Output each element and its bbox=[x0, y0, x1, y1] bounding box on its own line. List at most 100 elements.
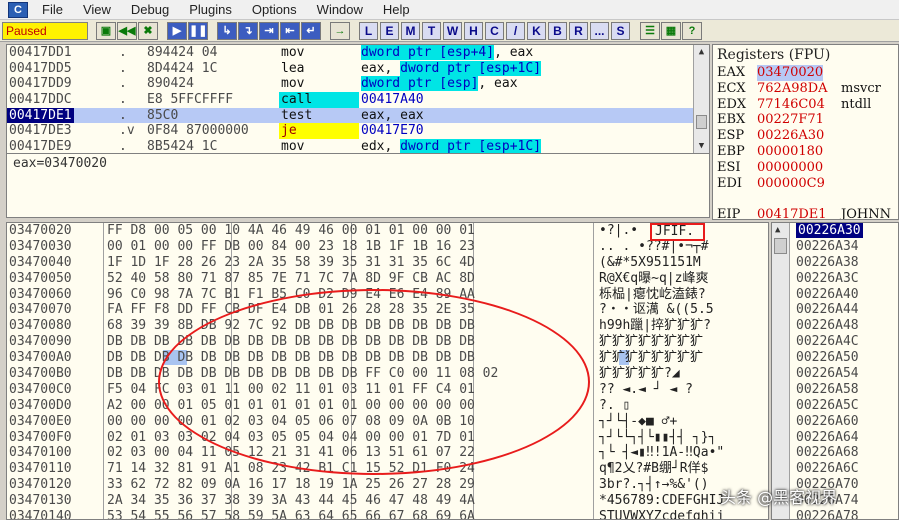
register-value[interactable]: 00226A30 bbox=[757, 128, 824, 144]
register-row[interactable]: EIP 00417DE1 JOHNN bbox=[713, 207, 898, 219]
register-value[interactable]: 762A98DA bbox=[757, 81, 828, 97]
register-value[interactable]: 03470020 bbox=[757, 65, 824, 81]
stack-row[interactable]: 00226A6C bbox=[772, 461, 898, 477]
stack-row[interactable]: 00226A50 bbox=[772, 350, 898, 366]
stack-row[interactable]: 00226A78 bbox=[772, 509, 898, 519]
stack-row[interactable]: 00226A44 bbox=[772, 302, 898, 318]
register-row[interactable]: EDI 000000C9 bbox=[713, 176, 898, 192]
window-button-11[interactable]: ... bbox=[590, 21, 609, 40]
stack-row[interactable]: 00226A30 bbox=[772, 223, 898, 239]
register-row[interactable]: EBX 00227F71 bbox=[713, 112, 898, 128]
dump-row[interactable]: 03470050 52 40 58 80 71 87 85 7E 71 7C 7A… bbox=[7, 271, 768, 287]
dump-row[interactable]: 03470040 1F 1D 1F 28 26 23 2A 35 58 39 35… bbox=[7, 255, 768, 271]
dump-row[interactable]: 034700D0 A2 00 00 01 05 01 01 01 01 01 01… bbox=[7, 398, 768, 414]
window-button-4[interactable]: W bbox=[443, 21, 462, 40]
dump-row[interactable]: 03470100 02 03 00 04 11 05 12 21 31 41 06… bbox=[7, 445, 768, 461]
stack-row[interactable]: 00226A64 bbox=[772, 430, 898, 446]
dump-row[interactable]: 03470080 68 39 39 8B DB 92 7C 92 DB DB DB… bbox=[7, 318, 768, 334]
goto-icon[interactable]: → bbox=[330, 21, 350, 40]
window-button-6[interactable]: C bbox=[485, 21, 504, 40]
registers-pane[interactable]: Registers (FPU) EAX 03470020 ECX 762A98DA ms… bbox=[712, 44, 899, 220]
menu-item-file[interactable]: File bbox=[32, 0, 73, 20]
register-row[interactable]: EBP 00000180 bbox=[713, 144, 898, 160]
disassembly-row[interactable]: 00417DD5. 8D4424 1C lea eax, dword ptr [esp… bbox=[7, 60, 709, 77]
register-value[interactable]: 77146C04 bbox=[757, 97, 825, 113]
scroll-thumb[interactable] bbox=[696, 115, 707, 129]
dump-row[interactable]: 034700E0 00 00 00 00 01 02 03 04 05 06 07… bbox=[7, 414, 768, 430]
disassembly-row[interactable]: 00417DD9. 890424 mov dword ptr [esp], eax bbox=[7, 76, 709, 92]
trace-into-icon[interactable]: ⇥ bbox=[259, 21, 279, 40]
trace-over-icon[interactable]: ⇤ bbox=[280, 21, 300, 40]
register-row[interactable]: ECX 762A98DA msvcr bbox=[713, 81, 898, 97]
dump-row[interactable]: 03470090 DB DB DB DB DB DB DB DB DB DB DB… bbox=[7, 334, 768, 350]
menu-item-options[interactable]: Options bbox=[242, 0, 307, 20]
window-button-5[interactable]: H bbox=[464, 21, 483, 40]
scroll-down-icon[interactable]: ▼ bbox=[696, 141, 707, 151]
dump-row[interactable]: 03470130 2A 34 35 36 37 38 39 3A 43 44 45… bbox=[7, 493, 768, 509]
stack-row[interactable]: 00226A5C bbox=[772, 398, 898, 414]
dump-row[interactable]: 034700A0 DB DB DB DB DB DB DB DB DB DB DB… bbox=[7, 350, 768, 366]
register-row[interactable]: ESI 00000000 bbox=[713, 160, 898, 176]
app-icon[interactable]: C bbox=[8, 1, 28, 18]
stack-row[interactable]: 00226A40 bbox=[772, 287, 898, 303]
disassembly-row[interactable]: 00417DD1. 894424 04 mov dword ptr [esp+4], … bbox=[7, 45, 709, 61]
register-row[interactable]: ESP 00226A30 bbox=[713, 128, 898, 144]
menu-item-plugins[interactable]: Plugins bbox=[179, 0, 242, 20]
window-button-0[interactable]: L bbox=[359, 21, 378, 40]
stack-pane[interactable]: ▲ 00226A30 00226A34 00226A38 00226A3C 00226A… bbox=[771, 222, 899, 520]
window-button-1[interactable]: E bbox=[380, 21, 399, 40]
help-icon[interactable]: ? bbox=[682, 21, 702, 40]
run-icon[interactable]: ▶ bbox=[167, 21, 187, 40]
window-button-3[interactable]: T bbox=[422, 21, 441, 40]
register-value[interactable]: 000000C9 bbox=[757, 176, 825, 192]
stack-row[interactable]: 00226A58 bbox=[772, 382, 898, 398]
register-value[interactable]: 00000180 bbox=[757, 144, 823, 160]
dump-row[interactable]: 03470070 FA FF F8 DD FF CB DF E4 DB 01 26… bbox=[7, 302, 768, 318]
grid-icon[interactable]: ▦ bbox=[661, 21, 681, 40]
disassembly-row[interactable]: 00417DE9. 8B5424 1C mov edx, dword ptr [esp… bbox=[7, 139, 709, 153]
register-row[interactable]: EDX 77146C04 ntdll bbox=[713, 97, 898, 113]
dump-row[interactable]: 03470140 53 54 55 56 57 58 59 5A 63 64 65… bbox=[7, 509, 768, 519]
register-row[interactable] bbox=[713, 191, 898, 207]
memory-dump-pane[interactable]: 03470020 FF D8 00 05 00 10 4A 46 49 46 00… bbox=[6, 222, 769, 520]
stack-row[interactable]: 00226A34 bbox=[772, 239, 898, 255]
disassembly-row[interactable]: 00417DE3 .v 0F84 87000000 je 00417E70 bbox=[7, 123, 709, 140]
dump-row[interactable]: 03470110 71 14 32 81 91 A1 08 23 42 B1 C1… bbox=[7, 461, 768, 477]
disassembly-pane[interactable]: 00417DD1. 894424 04 mov dword ptr [esp+4], … bbox=[6, 44, 710, 154]
dump-row[interactable]: 03470120 33 62 72 82 09 0A 16 17 18 19 1A… bbox=[7, 477, 768, 493]
stack-row[interactable]: 00226A4C bbox=[772, 334, 898, 350]
step-into-icon[interactable]: ↳ bbox=[217, 21, 237, 40]
dump-row[interactable]: 03470030 00 01 00 00 FF DB 00 84 00 23 18… bbox=[7, 239, 768, 255]
dump-row[interactable]: 034700C0 F5 04 FC 03 01 11 00 02 11 01 03… bbox=[7, 382, 768, 398]
dump-row[interactable]: 03470060 96 C0 98 7A 7C B1 F1 B5 C0 D2 D9… bbox=[7, 287, 768, 303]
open-icon[interactable]: ▣ bbox=[96, 21, 116, 40]
disassembly-row[interactable]: 00417DDC. E8 5FFCFFFF call 00417A40 bbox=[7, 92, 709, 108]
menu-item-debug[interactable]: Debug bbox=[121, 0, 179, 20]
register-value[interactable]: 00417DE1 bbox=[757, 207, 827, 219]
execute-till-return-icon[interactable]: ↵ bbox=[301, 21, 321, 40]
menu-item-help[interactable]: Help bbox=[373, 0, 420, 20]
pause-icon[interactable]: ❚❚ bbox=[188, 21, 208, 40]
window-button-12[interactable]: S bbox=[611, 21, 630, 40]
disassembly-row[interactable]: 00417DE1. 85C0 test eax, eax bbox=[7, 107, 709, 124]
menu-item-window[interactable]: Window bbox=[307, 0, 373, 20]
scroll-up-icon[interactable]: ▲ bbox=[696, 47, 707, 57]
register-value[interactable]: 00000000 bbox=[757, 160, 823, 176]
close-icon[interactable]: ✖ bbox=[138, 21, 158, 40]
menu-item-view[interactable]: View bbox=[73, 0, 121, 20]
stack-row[interactable]: 00226A54 bbox=[772, 366, 898, 382]
stack-row[interactable]: 00226A60 bbox=[772, 414, 898, 430]
window-button-7[interactable]: / bbox=[506, 21, 525, 40]
register-value[interactable]: 00227F71 bbox=[757, 112, 824, 128]
dump-row[interactable]: 034700F0 02 01 03 03 02 04 03 05 05 04 04… bbox=[7, 430, 768, 446]
stack-row[interactable]: 00226A3C bbox=[772, 271, 898, 287]
stack-row[interactable]: 00226A48 bbox=[772, 318, 898, 334]
stack-row[interactable]: 00226A68 bbox=[772, 445, 898, 461]
register-row[interactable]: EAX 03470020 bbox=[713, 65, 898, 81]
window-button-8[interactable]: K bbox=[527, 21, 546, 40]
dump-row[interactable]: 034700B0 DB DB DB DB DB DB DB DB DB DB DB… bbox=[7, 366, 768, 382]
rewind-icon[interactable]: ◀◀ bbox=[117, 21, 137, 40]
window-button-10[interactable]: R bbox=[569, 21, 588, 40]
disassembly-scrollbar[interactable]: ▲ ▼ bbox=[693, 45, 709, 153]
registers-title[interactable]: Registers (FPU) bbox=[713, 45, 898, 65]
